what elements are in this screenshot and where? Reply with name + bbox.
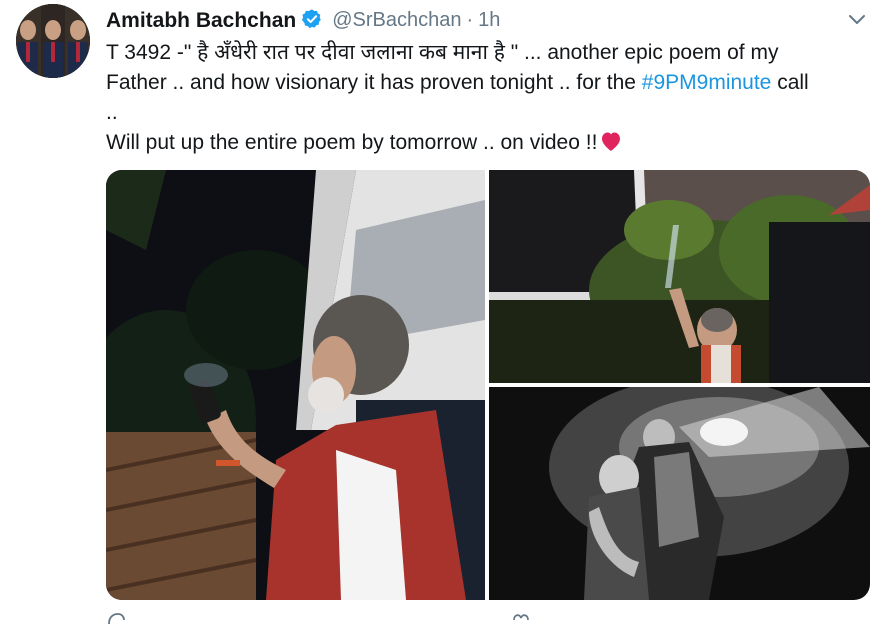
tweet-header: Amitabh Bachchan @SrBachchan · 1h — [106, 6, 500, 35]
photo-black-and-white-flashlight[interactable] — [489, 387, 870, 600]
media-grid — [106, 170, 870, 600]
tweet-text-segment: Father .. and how visionary it has prove… — [106, 71, 642, 94]
tweet-timestamp[interactable]: 1h — [478, 9, 500, 32]
tweet-actions — [106, 612, 706, 626]
tweet-text-line: Father .. and how visionary it has prove… — [106, 68, 876, 98]
author-avatar[interactable] — [16, 4, 90, 78]
hashtag-link[interactable]: #9PM9minute — [642, 71, 772, 94]
reply-icon[interactable] — [106, 612, 126, 626]
tweet-text: T 3492 -" है अँधेरी रात पर दीवा जलाना कब… — [106, 38, 876, 161]
tweet-text-segment: call — [771, 71, 809, 94]
author-name[interactable]: Amitabh Bachchan — [106, 9, 296, 33]
header-separator: · — [466, 9, 474, 31]
tweet-text-segment: Will put up the entire poem by tomorrow … — [106, 131, 598, 154]
tweet-text-line: Will put up the entire poem by tomorrow … — [106, 128, 876, 161]
photo-flashlight-night-portrait[interactable] — [106, 170, 485, 600]
verified-badge-icon — [301, 8, 323, 35]
photo-flashlight-garden[interactable] — [489, 170, 870, 383]
author-handle[interactable]: @SrBachchan — [332, 9, 461, 32]
tweet-text-line: T 3492 -" है अँधेरी रात पर दीवा जलाना कब… — [106, 41, 779, 64]
chevron-down-icon[interactable] — [846, 8, 868, 30]
red-heart-icon — [599, 130, 623, 161]
like-icon[interactable] — [511, 612, 531, 626]
tweet-text-line: .. — [106, 101, 118, 124]
